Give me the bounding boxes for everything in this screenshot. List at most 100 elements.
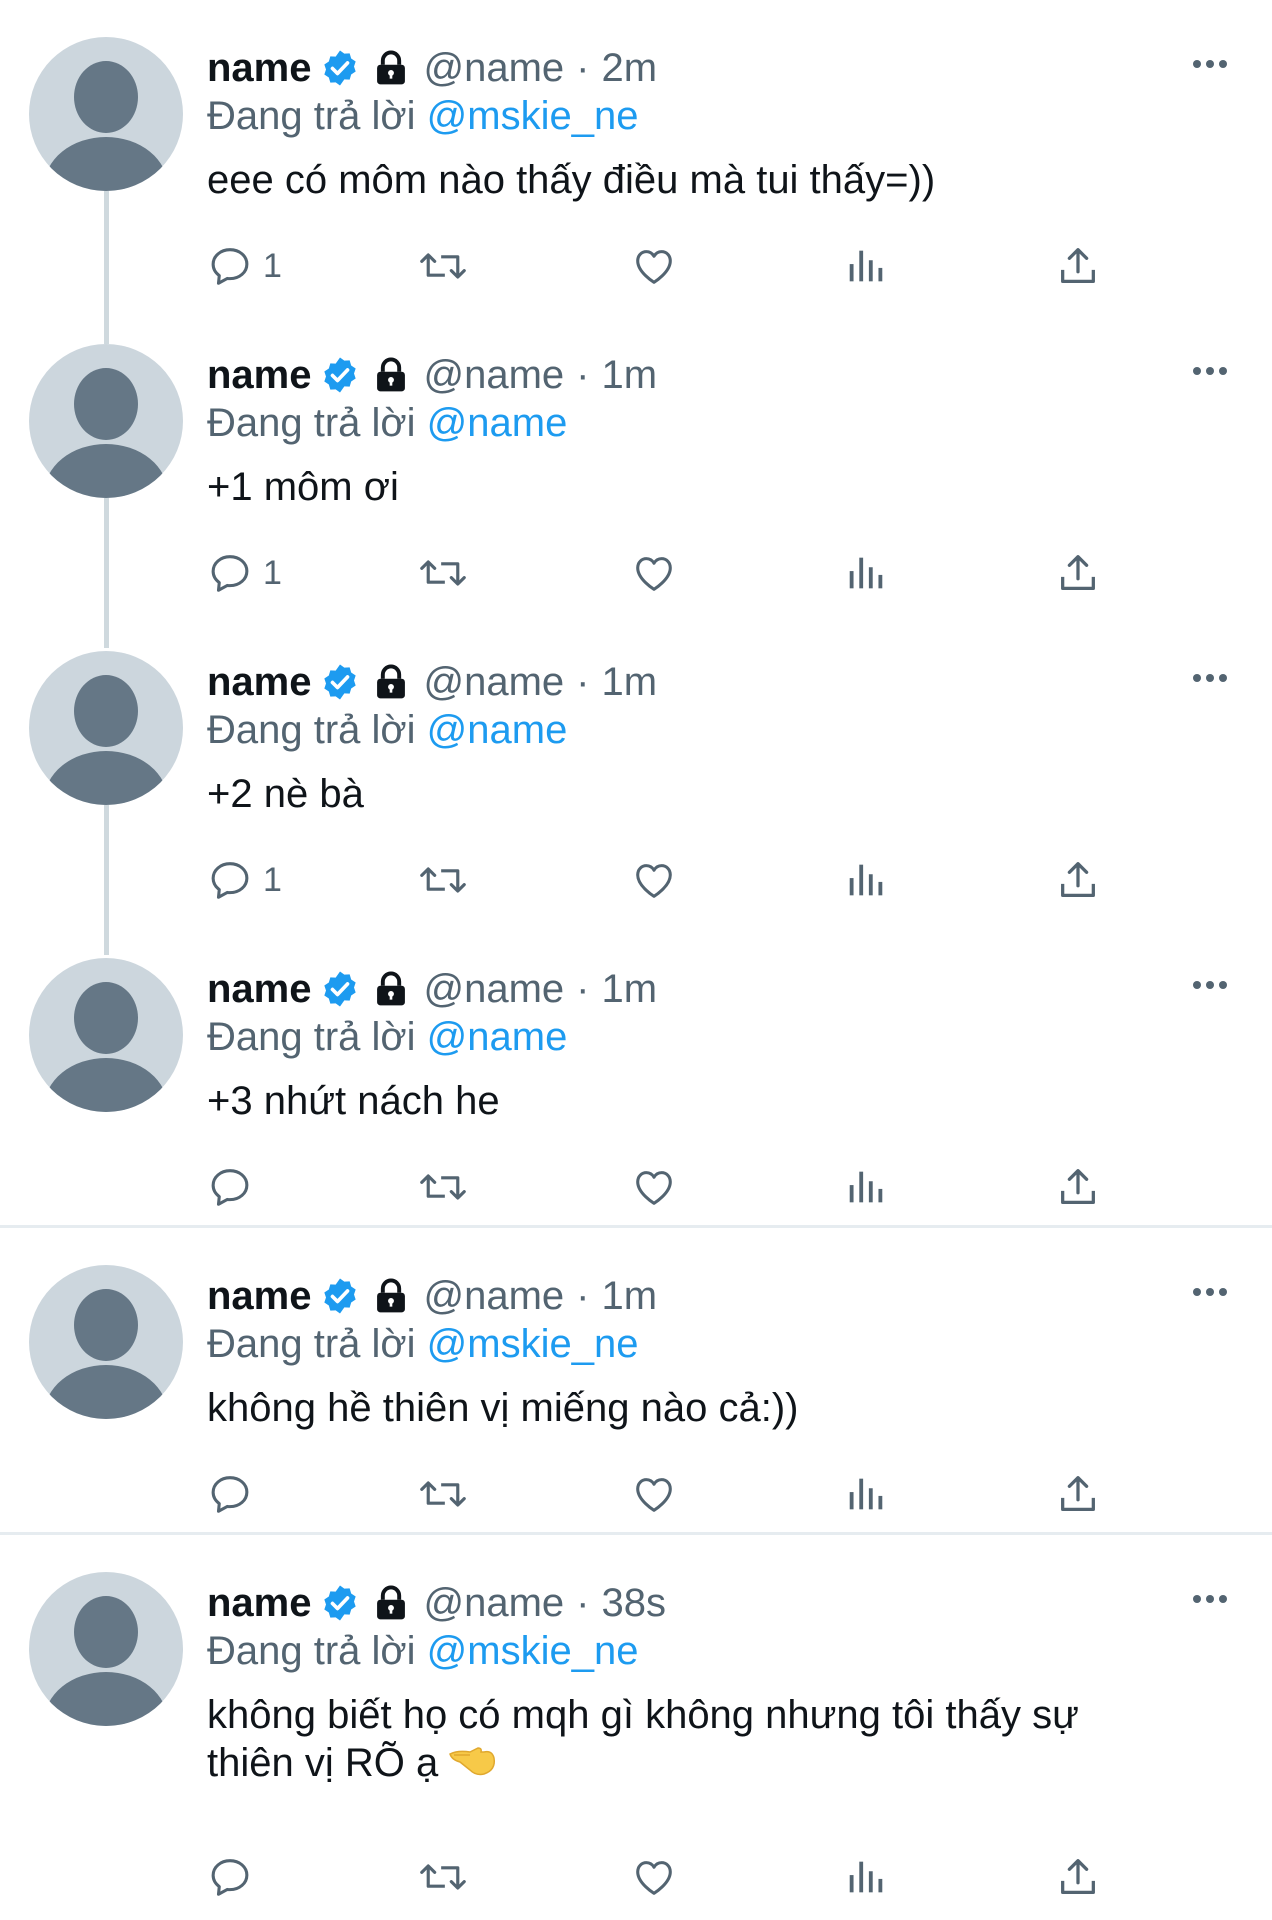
replying-to: Đang trả lời @name xyxy=(207,399,567,447)
more-icon[interactable] xyxy=(1190,351,1230,391)
user-handle[interactable]: @name xyxy=(424,351,565,399)
like-button[interactable] xyxy=(631,1161,677,1213)
timestamp[interactable]: 1m xyxy=(602,965,658,1013)
reply-button[interactable] xyxy=(207,1468,263,1520)
tweet-header: name @name · 1m xyxy=(207,351,657,399)
reply-button[interactable] xyxy=(207,1851,263,1903)
display-name[interactable]: name xyxy=(207,658,312,706)
replying-to-link[interactable]: @mskie_ne xyxy=(427,94,639,138)
replying-to-label: Đang trả lời xyxy=(207,708,416,752)
display-name[interactable]: name xyxy=(207,351,312,399)
reply-button[interactable]: 1 xyxy=(207,240,282,292)
more-icon[interactable] xyxy=(1190,965,1230,1005)
replying-to: Đang trả lời @mskie_ne xyxy=(207,1627,638,1675)
share-button[interactable] xyxy=(1055,240,1101,292)
tweet-text: không biết họ có mqh gì không nhưng tôi … xyxy=(207,1691,1207,1791)
like-button[interactable] xyxy=(631,547,677,599)
timestamp[interactable]: 1m xyxy=(602,351,658,399)
retweet-icon xyxy=(419,243,467,289)
share-icon xyxy=(1055,243,1101,289)
views-button[interactable] xyxy=(843,547,889,599)
tweet-text-line: thiên vị RÕ ạ xyxy=(207,1741,439,1785)
share-button[interactable] xyxy=(1055,1851,1101,1903)
share-button[interactable] xyxy=(1055,1468,1101,1520)
avatar[interactable] xyxy=(29,37,183,191)
retweet-button[interactable] xyxy=(419,240,467,292)
views-button[interactable] xyxy=(843,240,889,292)
tweet-text-line: không biết họ có mqh gì không nhưng tôi … xyxy=(207,1693,1079,1737)
views-button[interactable] xyxy=(843,1468,889,1520)
like-button[interactable] xyxy=(631,1851,677,1903)
reply-button[interactable]: 1 xyxy=(207,854,282,906)
like-button[interactable] xyxy=(631,854,677,906)
reply-button[interactable] xyxy=(207,1161,263,1213)
user-handle[interactable]: @name xyxy=(424,44,565,92)
separator-dot: · xyxy=(576,1581,590,1625)
user-handle[interactable]: @name xyxy=(424,1579,565,1627)
retweet-button[interactable] xyxy=(419,547,467,599)
display-name[interactable]: name xyxy=(207,1272,312,1320)
lock-icon xyxy=(374,1278,408,1314)
display-name[interactable]: name xyxy=(207,44,312,92)
user-handle[interactable]: @name xyxy=(424,1272,565,1320)
retweet-button[interactable] xyxy=(419,854,467,906)
share-button[interactable] xyxy=(1055,547,1101,599)
thread-connector-line xyxy=(104,191,109,344)
timestamp[interactable]: 38s xyxy=(602,1579,667,1627)
tweet-text: +3 nhứt nách he xyxy=(207,1077,1207,1125)
retweet-button[interactable] xyxy=(419,1851,467,1903)
replying-to: Đang trả lời @mskie_ne xyxy=(207,1320,638,1368)
share-button[interactable] xyxy=(1055,854,1101,906)
views-button[interactable] xyxy=(843,854,889,906)
replying-to-link[interactable]: @mskie_ne xyxy=(427,1322,639,1366)
reply-icon xyxy=(207,550,253,596)
avatar[interactable] xyxy=(29,651,183,805)
avatar[interactable] xyxy=(29,1572,183,1726)
avatar[interactable] xyxy=(29,1265,183,1419)
views-icon xyxy=(843,1854,889,1900)
share-button[interactable] xyxy=(1055,1161,1101,1213)
timestamp[interactable]: 1m xyxy=(602,658,658,706)
timestamp[interactable]: 1m xyxy=(602,1272,658,1320)
display-name[interactable]: name xyxy=(207,965,312,1013)
verified-badge-icon xyxy=(320,1583,360,1623)
like-button[interactable] xyxy=(631,1468,677,1520)
more-icon[interactable] xyxy=(1190,44,1230,84)
timestamp[interactable]: 2m xyxy=(602,44,658,92)
tweet[interactable]: name @name · 1m Đang trả lời @mskie_ne k… xyxy=(0,1228,1272,1535)
views-button[interactable] xyxy=(843,1161,889,1213)
more-icon[interactable] xyxy=(1190,658,1230,698)
heart-icon xyxy=(631,243,677,289)
replying-to-link[interactable]: @mskie_ne xyxy=(427,1629,639,1673)
retweet-button[interactable] xyxy=(419,1161,467,1213)
action-bar: 1 xyxy=(207,240,1207,292)
views-icon xyxy=(843,1164,889,1210)
replying-to-link[interactable]: @name xyxy=(427,708,568,752)
tweet[interactable]: name @name · 1m Đang trả lời @name +1 mô… xyxy=(0,191,1272,648)
views-button[interactable] xyxy=(843,1851,889,1903)
heart-icon xyxy=(631,550,677,596)
retweet-button[interactable] xyxy=(419,1468,467,1520)
display-name[interactable]: name xyxy=(207,1579,312,1627)
more-icon[interactable] xyxy=(1190,1579,1230,1619)
tweet[interactable]: name @name · 1m Đang trả lời @name +2 nè… xyxy=(0,614,1272,955)
like-button[interactable] xyxy=(631,240,677,292)
heart-icon xyxy=(631,1164,677,1210)
views-icon xyxy=(843,550,889,596)
user-handle[interactable]: @name xyxy=(424,965,565,1013)
replying-to-link[interactable]: @name xyxy=(427,401,568,445)
avatar[interactable] xyxy=(29,958,183,1112)
replying-to-label: Đang trả lời xyxy=(207,1015,416,1059)
reply-button[interactable]: 1 xyxy=(207,547,282,599)
lock-icon xyxy=(374,971,408,1007)
tweet[interactable]: name @name · 1m Đang trả lời @name +3 nh… xyxy=(0,921,1272,1228)
user-handle[interactable]: @name xyxy=(424,658,565,706)
tweet[interactable]: name @name · 38s Đang trả lời @mskie_ne … xyxy=(0,1535,1272,1920)
more-icon[interactable] xyxy=(1190,1272,1230,1312)
avatar[interactable] xyxy=(29,344,183,498)
share-icon xyxy=(1055,1471,1101,1517)
replying-to-link[interactable]: @name xyxy=(427,1015,568,1059)
reply-icon xyxy=(207,1854,253,1900)
reply-icon xyxy=(207,1471,253,1517)
tweet[interactable]: name @name · 2m Đang trả lời @mskie_ne e… xyxy=(0,0,1272,341)
